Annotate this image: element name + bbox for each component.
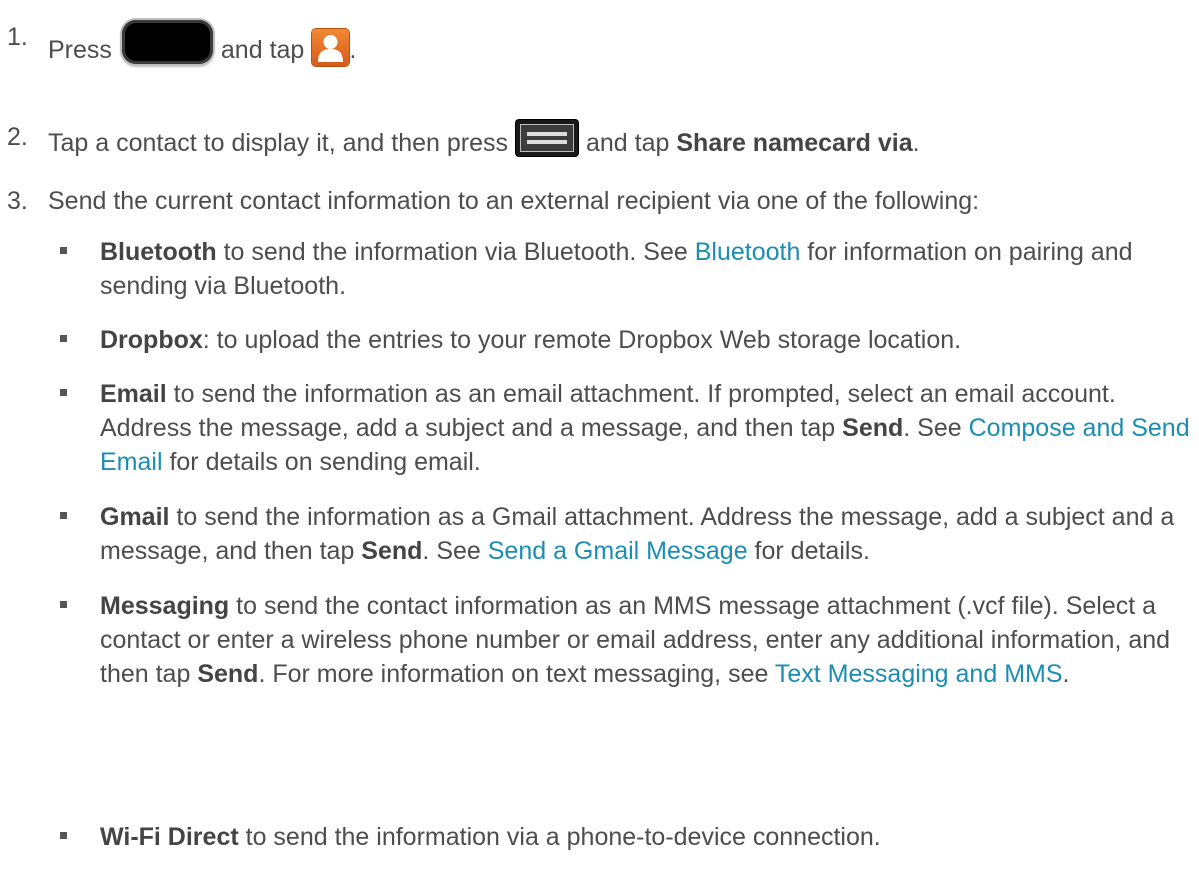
step-text: Press and tap. xyxy=(48,20,356,67)
bullet-bold-send: Send xyxy=(842,414,904,442)
bullet-text: Messaging to send the contact informatio… xyxy=(100,589,1195,691)
home-key-icon xyxy=(121,20,213,64)
bullet-icon xyxy=(60,335,67,342)
bullet-text: Gmail to send the information as a Gmail… xyxy=(100,500,1195,568)
step-text-post: . xyxy=(349,36,357,64)
step-1: 1. Press and tap. xyxy=(0,12,1199,66)
step-text-mid: and tap xyxy=(586,129,670,157)
bullet-bold-send: Send xyxy=(361,537,423,565)
bullet-icon xyxy=(60,832,67,839)
step-text-mid: and tap xyxy=(220,36,305,64)
bullet-text-part: . See xyxy=(422,537,488,565)
bullet-text: Bluetooth to send the information via Bl… xyxy=(100,235,1195,303)
bullet-text-part: . For more information on text messaging… xyxy=(258,660,775,688)
step-3: 3. Send the current contact information … xyxy=(0,174,1199,215)
link-bluetooth[interactable]: Bluetooth xyxy=(695,238,801,266)
bullet-bold-send: Send xyxy=(197,660,259,688)
bullet-bold: Wi-Fi Direct xyxy=(100,823,239,851)
step-text: Tap a contact to display it, and then pr… xyxy=(48,120,920,160)
step-text-bold: Share namecard via xyxy=(676,129,913,157)
step-text: Send the current contact information to … xyxy=(48,187,980,215)
bullet-text-part: : to upload the entries to your remote D… xyxy=(202,326,962,354)
step-number: 2. xyxy=(7,123,28,151)
step-text-pre: Tap a contact to display it, and then pr… xyxy=(48,129,508,157)
contacts-icon xyxy=(312,29,350,66)
bullet-text: Wi-Fi Direct to send the information via… xyxy=(100,820,1195,854)
bullet-bold: Gmail xyxy=(100,503,170,531)
menu-key-icon xyxy=(516,120,578,156)
bullet-text-part: . See xyxy=(903,414,969,442)
bullet-text-part: for details. xyxy=(747,537,870,565)
bullet-icon xyxy=(60,601,67,608)
bullet-bold: Email xyxy=(100,380,167,408)
bullet-text-part: to send the information via Bluetooth. S… xyxy=(216,238,695,266)
link-send-a-gmail-message[interactable]: Send a Gmail Message xyxy=(488,537,748,565)
step-2: 2. Tap a contact to display it, and then… xyxy=(0,110,1199,157)
bullet-icon xyxy=(60,247,67,254)
step-number: 3. xyxy=(7,187,28,215)
bullet-text-part: to send the information via a phone-to-d… xyxy=(238,823,881,851)
link-text-messaging-and-mms[interactable]: Text Messaging and MMS xyxy=(775,660,1063,688)
bullet-text: Email to send the information as an emai… xyxy=(100,377,1195,479)
step-text-pre: Press xyxy=(48,36,112,64)
bullet-text-part: for details on sending email. xyxy=(162,448,481,476)
bullet-bold: Dropbox xyxy=(100,326,203,354)
bullet-text: Dropbox: to upload the entries to your r… xyxy=(100,323,1195,357)
bullet-bold: Messaging xyxy=(100,592,230,620)
step-number: 1. xyxy=(7,23,28,51)
bullet-bold: Bluetooth xyxy=(100,238,217,266)
bullet-icon xyxy=(60,389,67,396)
bullet-text-part: . xyxy=(1062,660,1070,688)
bullet-icon xyxy=(60,512,67,519)
step-text-post: . xyxy=(912,129,920,157)
